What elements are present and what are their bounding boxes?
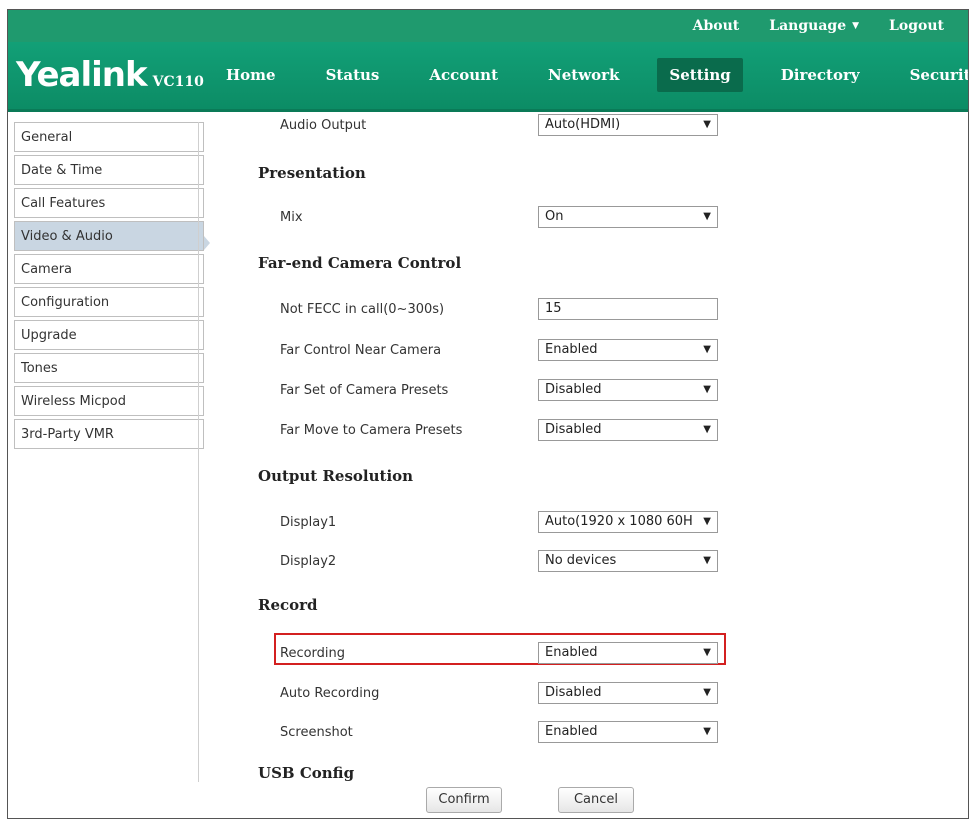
far-control-value: Enabled [545, 342, 598, 357]
dropdown-arrow-icon: ▼ [703, 384, 711, 395]
far-control-label: Far Control Near Camera [280, 343, 442, 358]
far-move-value: Disabled [545, 422, 602, 437]
main-nav: Yealink VC110 Home Status Account Network… [8, 42, 968, 112]
mix-label: Mix [280, 210, 303, 225]
sidebar-item-camera[interactable]: Camera [14, 254, 204, 284]
mix-value: On [545, 209, 564, 224]
settings-form: Audio Output Auto(HDMI) ▼ Presentation Mi… [258, 112, 958, 782]
far-set-label: Far Set of Camera Presets [280, 383, 449, 398]
far-control-select[interactable]: Enabled ▼ [538, 339, 718, 361]
far-control-row: Far Control Near Camera Enabled ▼ [258, 339, 958, 365]
dropdown-arrow-icon: ▼ [703, 211, 711, 222]
settings-sidebar: General Date & Time Call Features Video … [14, 122, 204, 452]
nav-setting[interactable]: Setting [657, 58, 743, 92]
dropdown-arrow-icon: ▼ [703, 726, 711, 737]
section-record: Record [258, 596, 318, 614]
language-label: Language [769, 18, 847, 34]
section-presentation: Presentation [258, 164, 366, 182]
sidebar-item-general[interactable]: General [14, 122, 204, 152]
sidebar-item-3rd-party-vmr[interactable]: 3rd-Party VMR [14, 419, 204, 449]
logout-link-label: Logout [889, 18, 944, 34]
cancel-button[interactable]: Cancel [558, 787, 634, 813]
confirm-button[interactable]: Confirm [426, 787, 502, 813]
audio-output-row: Audio Output Auto(HDMI) ▼ [258, 114, 958, 140]
dropdown-arrow-icon: ▼ [703, 687, 711, 698]
dropdown-arrow-icon: ▼ [703, 119, 711, 130]
display1-select[interactable]: Auto(1920 x 1080 60H ▼ [538, 511, 718, 533]
far-set-row: Far Set of Camera Presets Disabled ▼ [258, 379, 958, 405]
brand-model: VC110 [152, 74, 204, 90]
section-usb-config: USB Config [258, 764, 355, 782]
brand-name: Yealink [16, 55, 148, 95]
sidebar-item-wireless-micpod[interactable]: Wireless Micpod [14, 386, 204, 416]
display1-value: Auto(1920 x 1080 60H [545, 514, 693, 529]
far-move-label: Far Move to Camera Presets [280, 423, 463, 438]
nav-home[interactable]: Home [214, 58, 288, 92]
screenshot-label: Screenshot [280, 725, 353, 740]
section-output-resolution: Output Resolution [258, 467, 414, 485]
nav-directory[interactable]: Directory [769, 58, 872, 92]
sidebar-item-date-time[interactable]: Date & Time [14, 155, 204, 185]
recording-label: Recording [280, 646, 346, 661]
dropdown-arrow-icon: ▼ [703, 555, 711, 566]
far-move-row: Far Move to Camera Presets Disabled ▼ [258, 419, 958, 445]
far-move-select[interactable]: Disabled ▼ [538, 419, 718, 441]
dropdown-arrow-icon: ▼ [703, 424, 711, 435]
audio-output-value: Auto(HDMI) [545, 117, 621, 132]
audio-output-label: Audio Output [280, 118, 367, 133]
display1-row: Display1 Auto(1920 x 1080 60H ▼ [258, 511, 958, 537]
sidebar-divider [198, 122, 199, 812]
display2-row: Display2 No devices ▼ [258, 550, 958, 576]
dropdown-arrow-icon: ▼ [703, 344, 711, 355]
recording-value: Enabled [545, 645, 598, 660]
auto-recording-select[interactable]: Disabled ▼ [538, 682, 718, 704]
sidebar-item-call-features[interactable]: Call Features [14, 188, 204, 218]
far-set-select[interactable]: Disabled ▼ [538, 379, 718, 401]
section-fecc: Far-end Camera Control [258, 254, 462, 272]
nav-network[interactable]: Network [536, 58, 631, 92]
dropdown-arrow-icon: ▼ [703, 647, 711, 658]
sidebar-item-tones[interactable]: Tones [14, 353, 204, 383]
display2-label: Display2 [280, 554, 337, 569]
chevron-down-icon: ▼ [852, 21, 860, 31]
recording-row: Recording Enabled ▼ [258, 642, 958, 668]
auto-recording-row: Auto Recording Disabled ▼ [258, 682, 958, 708]
about-link[interactable]: About [693, 18, 740, 34]
form-footer: Confirm Cancel [8, 782, 968, 818]
sidebar-item-upgrade[interactable]: Upgrade [14, 320, 204, 350]
screenshot-row: Screenshot Enabled ▼ [258, 721, 958, 747]
screenshot-select[interactable]: Enabled ▼ [538, 721, 718, 743]
about-link-label: About [692, 18, 740, 34]
browser-frame: About Language ▼ Logout Yealink VC110 Home… [7, 9, 969, 819]
display1-label: Display1 [280, 515, 337, 530]
auto-recording-label: Auto Recording [280, 686, 380, 701]
not-fecc-input[interactable]: 15 [538, 298, 718, 320]
audio-output-select[interactable]: Auto(HDMI) ▼ [538, 114, 718, 136]
display2-select[interactable]: No devices ▼ [538, 550, 718, 572]
nav-status[interactable]: Status [314, 58, 392, 92]
brand-logo: Yealink VC110 [16, 55, 204, 95]
recording-select[interactable]: Enabled ▼ [538, 642, 718, 664]
not-fecc-label: Not FECC in call(0~300s) [280, 302, 445, 317]
language-dropdown[interactable]: Language ▼ [769, 18, 859, 34]
not-fecc-value: 15 [545, 301, 562, 316]
nav-security[interactable]: Security [898, 58, 968, 92]
sidebar-item-configuration[interactable]: Configuration [14, 287, 204, 317]
sidebar-item-video-audio[interactable]: Video & Audio [14, 221, 204, 251]
auto-recording-value: Disabled [545, 685, 602, 700]
nav-account[interactable]: Account [417, 58, 510, 92]
logout-link[interactable]: Logout [889, 18, 944, 34]
not-fecc-row: Not FECC in call(0~300s) 15 [258, 298, 958, 324]
top-bar: About Language ▼ Logout [8, 10, 968, 42]
top-links: About Language ▼ Logout [693, 10, 944, 42]
nav-items: Home Status Account Network Setting Dire… [214, 58, 968, 92]
dropdown-arrow-icon: ▼ [703, 516, 711, 527]
mix-row: Mix On ▼ [258, 206, 958, 232]
mix-select[interactable]: On ▼ [538, 206, 718, 228]
far-set-value: Disabled [545, 382, 602, 397]
display2-value: No devices [545, 553, 617, 568]
screenshot-value: Enabled [545, 724, 598, 739]
active-item-pointer-icon [204, 236, 210, 250]
